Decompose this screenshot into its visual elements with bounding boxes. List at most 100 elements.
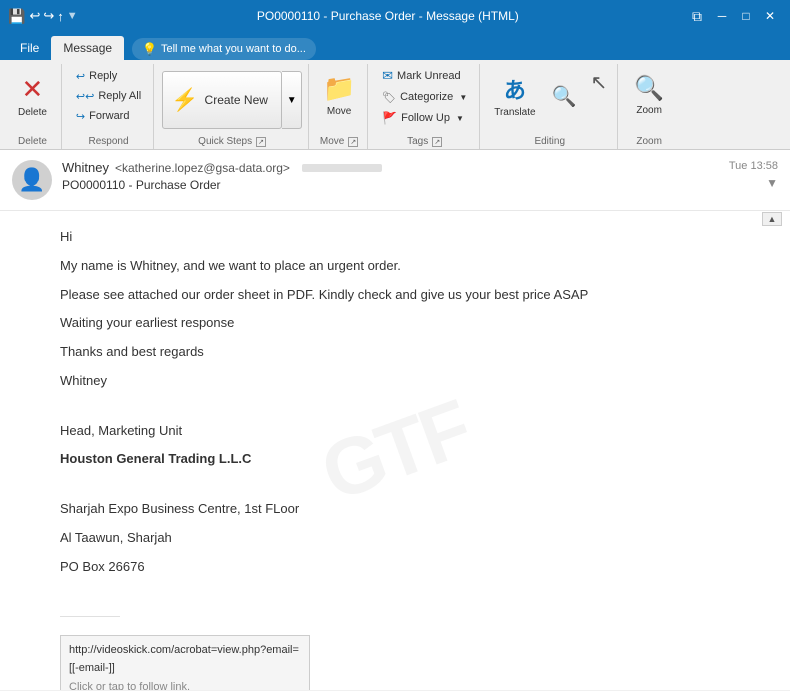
body-line4: Thanks and best regards — [60, 342, 730, 363]
reply-icon: ↩ — [76, 70, 85, 83]
reply-button[interactable]: ↩ Reply — [70, 66, 147, 86]
tags-group-label: Tags ↗ — [407, 134, 442, 147]
body-line1: My name is Whitney, and we want to place… — [60, 256, 730, 277]
delete-group-content: ✕ Delete — [10, 64, 55, 134]
flag-icon: 🚩 — [382, 111, 397, 125]
email-subject: PO0000110 - Purchase Order — [62, 178, 719, 192]
chevron-down-icon: ▼ — [287, 95, 297, 106]
email-body: GTF Hi My name is Whitney, and we want t… — [0, 211, 790, 690]
create-new-dropdown[interactable]: ▼ — [282, 71, 302, 129]
reply-all-button[interactable]: ↩↩ Reply All — [70, 86, 147, 106]
tags-content: ✉ Mark Unread 🏷 Categorize ▼ 🚩 Follow Up… — [376, 64, 473, 134]
sender-redacted — [302, 164, 382, 172]
search-icon: 🔍 — [552, 84, 577, 109]
mark-unread-button[interactable]: ✉ Mark Unread — [376, 66, 473, 86]
ribbon-group-respond: ↩ Reply ↩↩ Reply All ↪ Forward Respond — [64, 64, 154, 149]
minimize-button[interactable]: ─ — [710, 6, 734, 26]
email-header: 👤 Whitney <katherine.lopez@gsa-data.org>… — [0, 150, 790, 211]
envelope-icon: ✉ — [382, 68, 393, 84]
email-content: Hi My name is Whitney, and we want to pl… — [60, 227, 730, 690]
delete-button[interactable]: ✕ Delete — [10, 66, 55, 126]
redo-icon[interactable]: ↪ — [43, 8, 54, 24]
address3: PO Box 26676 — [60, 557, 730, 578]
quicksteps-expand-icon[interactable]: ↗ — [256, 137, 266, 147]
body-line3: Waiting your earliest response — [60, 313, 730, 334]
address1: Sharjah Expo Business Centre, 1st FLoor — [60, 499, 730, 520]
save-icon[interactable]: 💾 — [8, 8, 25, 25]
tags-expand-icon[interactable]: ↗ — [432, 137, 442, 147]
tooltip-url: http://videoskick.com/acrobat=view.php?e… — [69, 642, 301, 677]
maximize-button[interactable]: □ — [734, 6, 758, 26]
company-name: Houston General Trading L.L.C — [60, 449, 730, 470]
scroll-up-icon[interactable]: ↑ — [57, 9, 64, 24]
body-line5: Whitney — [60, 371, 730, 392]
editing-content: あ Translate 🔍 ↖ — [488, 64, 611, 134]
signature-line — [60, 616, 120, 617]
ribbon-group-move: 📁 Move Move ↗ — [311, 64, 368, 149]
delete-group-label: Delete — [18, 134, 47, 147]
ribbon-group-editing: あ Translate 🔍 ↖ Editing — [482, 64, 618, 149]
body-greeting: Hi — [60, 227, 730, 248]
editing-group-label: Editing — [534, 134, 565, 147]
lightning-icon: ⚡ — [171, 87, 198, 113]
title-bar: 💾 ↩ ↪ ↑ ▼ PO0000110 - Purchase Order - M… — [0, 0, 790, 32]
respond-group-content: ↩ Reply ↩↩ Reply All ↪ Forward — [70, 64, 147, 134]
link-tooltip: http://videoskick.com/acrobat=view.php?e… — [60, 635, 310, 690]
undo-icon[interactable]: ↩ — [29, 8, 40, 24]
person-icon: 👤 — [18, 167, 45, 193]
folder-icon: 📁 — [323, 73, 355, 104]
body-line6: Head, Marketing Unit — [60, 421, 730, 442]
move-content: 📁 Move — [317, 64, 361, 134]
followup-dropdown-icon: ▼ — [456, 114, 464, 123]
delete-icon: ✕ — [22, 74, 44, 105]
tab-message[interactable]: Message — [51, 36, 124, 60]
ribbon-group-zoom: 🔍 Zoom Zoom — [620, 64, 678, 149]
delete-label: Delete — [18, 107, 47, 118]
avatar: 👤 — [12, 160, 52, 200]
tell-me-input[interactable]: 💡 Tell me what you want to do... — [132, 38, 316, 60]
translate-button[interactable]: あ Translate — [488, 66, 541, 124]
ribbon-group-quicksteps: ⚡ Create New ▼ Quick Steps ↗ — [156, 64, 309, 149]
lightbulb-icon: 💡 — [142, 42, 157, 56]
create-new-button[interactable]: ⚡ Create New — [162, 71, 282, 129]
categorize-dropdown-icon: ▼ — [459, 93, 467, 102]
sender-email: <katherine.lopez@gsa-data.org> — [115, 161, 290, 175]
body-line2: Please see attached our order sheet in P… — [60, 285, 730, 306]
forward-button[interactable]: ↪ Forward — [70, 106, 147, 126]
translate-icon: あ — [504, 73, 526, 105]
cursor-icon[interactable]: ↖ — [586, 66, 611, 99]
window-title: PO0000110 - Purchase Order - Message (HT… — [84, 9, 692, 23]
respond-buttons: ↩ Reply ↩↩ Reply All ↪ Forward — [70, 66, 147, 126]
address2: Al Taawun, Sharjah — [60, 528, 730, 549]
ribbon-group-tags: ✉ Mark Unread 🏷 Categorize ▼ 🚩 Follow Up… — [370, 64, 480, 149]
email-container: 👤 Whitney <katherine.lopez@gsa-data.org>… — [0, 150, 790, 690]
email-expand-icon[interactable]: ▼ — [766, 176, 778, 190]
quicksteps-content: ⚡ Create New ▼ — [162, 64, 302, 134]
move-button[interactable]: 📁 Move — [317, 66, 361, 124]
tags-buttons: ✉ Mark Unread 🏷 Categorize ▼ 🚩 Follow Up… — [376, 66, 473, 128]
tab-file[interactable]: File — [8, 36, 51, 60]
ribbon-tabs-bar: File Message 💡 Tell me what you want to … — [0, 32, 790, 60]
follow-up-button[interactable]: 🚩 Follow Up ▼ — [376, 108, 473, 128]
respond-group-label: Respond — [89, 134, 129, 147]
ribbon-group-delete: ✕ Delete Delete — [4, 64, 62, 149]
zoom-content: 🔍 Zoom — [626, 64, 672, 134]
email-time: Tue 13:58 — [729, 160, 778, 172]
reply-all-icon: ↩↩ — [76, 90, 94, 103]
zoom-group-label: Zoom — [636, 134, 662, 147]
popout-icon[interactable]: ⧉ — [692, 8, 702, 25]
zoom-button[interactable]: 🔍 Zoom — [626, 66, 672, 124]
categorize-icon: 🏷 — [382, 91, 396, 104]
sender-name: Whitney — [62, 160, 109, 175]
categorize-button[interactable]: 🏷 Categorize ▼ — [376, 87, 473, 107]
forward-icon: ↪ — [76, 110, 85, 123]
quicksteps-group-label: Quick Steps ↗ — [198, 134, 266, 147]
close-button[interactable]: ✕ — [758, 6, 782, 26]
email-from: Whitney <katherine.lopez@gsa-data.org> — [62, 160, 719, 175]
move-expand-icon[interactable]: ↗ — [348, 137, 358, 147]
zoom-icon: 🔍 — [634, 74, 664, 103]
tooltip-hint: Click or tap to follow link. — [69, 679, 301, 690]
email-meta: Whitney <katherine.lopez@gsa-data.org> P… — [62, 160, 719, 192]
scroll-indicator: ▼ — [67, 10, 78, 22]
cursor-button[interactable]: 🔍 — [544, 66, 585, 126]
